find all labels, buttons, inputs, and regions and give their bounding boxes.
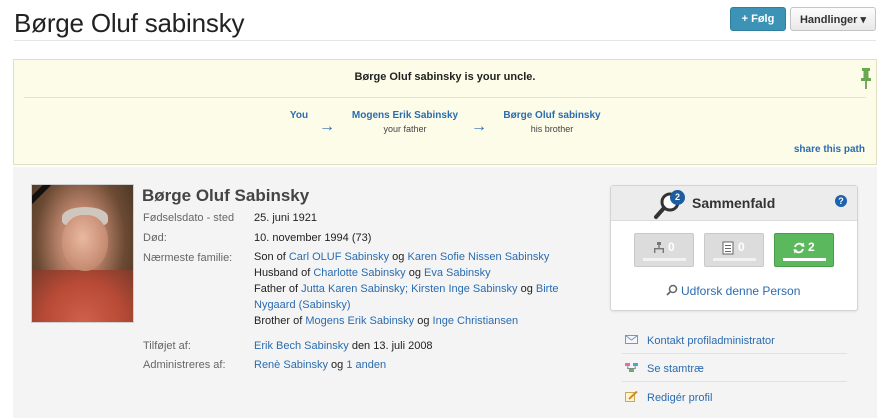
share-path-link[interactable]: share this path (794, 144, 865, 155)
added-by-link[interactable]: Erik Bech Sabinsky (254, 340, 349, 352)
smart-matches-button[interactable]: 2 (774, 233, 834, 267)
view-family-tree-link[interactable]: Se stamtræ (625, 362, 704, 375)
tree-icon (654, 242, 664, 253)
page-title: Børge Oluf sabinsky (14, 8, 245, 38)
death-label: Død: (143, 232, 167, 244)
edit-profile-link[interactable]: Redigér profil (625, 391, 712, 404)
profile-photo[interactable] (31, 184, 134, 323)
edit-icon (625, 391, 638, 402)
contact-manager-link[interactable]: Kontakt profiladministrator (625, 334, 775, 347)
manager-link[interactable]: Renè Sabinsky (254, 359, 328, 371)
sync-icon (793, 242, 805, 254)
record-matches-button[interactable]: 0 (704, 233, 764, 267)
relationship-headline: Børge Oluf sabinsky is your uncle. (354, 71, 536, 83)
child-link-2[interactable]: Kirsten Inge Sabinsky (408, 283, 517, 295)
actions-dropdown-button[interactable]: Handlinger ▾ (790, 7, 876, 31)
search-icon (666, 284, 678, 296)
father-link[interactable]: Carl OLUF Sabinsky (289, 251, 389, 263)
added-by-label: Tilføjet af: (143, 340, 191, 352)
family-line-brother-of: Brother of Mogens Erik Sabinsky og Inge … (254, 315, 519, 327)
tree-matches-button[interactable]: 0 (634, 233, 694, 267)
chain-node-name[interactable]: Børge Oluf sabinsky (498, 110, 606, 121)
chain-node-name[interactable]: Mogens Erik Sabinsky (346, 110, 464, 121)
sibling-link-1[interactable]: Mogens Erik Sabinsky (305, 315, 414, 327)
record-matches-count: 0 (738, 240, 745, 254)
pin-icon[interactable] (860, 67, 872, 89)
mother-link[interactable]: Karen Sofie Nissen Sabinsky (407, 251, 549, 263)
birth-label: Fødselsdato - sted (143, 212, 235, 224)
profile-name: Børge Oluf Sabinsky (142, 186, 310, 205)
chain-arrow-icon: → (319, 118, 335, 135)
explore-person-link[interactable]: Udforsk denne Person (666, 284, 800, 298)
child-link-1[interactable]: Jutta Karen Sabinsky; (301, 283, 408, 295)
relationship-panel: Børge Oluf sabinsky is your uncle. You →… (13, 59, 877, 165)
matches-count-badge: 2 (670, 190, 685, 205)
envelope-icon (625, 335, 638, 344)
wife-link-1[interactable]: Charlotte Sabinsky (313, 267, 405, 279)
chain-node-you[interactable]: You (280, 110, 318, 121)
added-date: den 13. juli 2008 (348, 340, 433, 352)
added-by-value: Erik Bech Sabinsky den 13. juli 2008 (254, 338, 574, 354)
actions-divider (622, 353, 847, 354)
other-managers-link[interactable]: 1 anden (346, 359, 386, 371)
chain-node-uncle[interactable]: Børge Oluf sabinsky his brother (498, 110, 606, 134)
family-line-father-of: Father of Jutta Karen Sabinsky; Kirsten … (254, 283, 559, 311)
help-icon[interactable]: ? (835, 195, 847, 207)
family-list: Son of Carl OLUF Sabinsky og Karen Sofie… (254, 249, 574, 329)
sibling-link-2[interactable]: Inge Christiansen (433, 315, 519, 327)
follow-button[interactable]: + Følg (730, 7, 786, 31)
birth-value: 25. juni 1921 (254, 212, 317, 224)
chain-arrow-icon: → (471, 118, 487, 135)
death-value: 10. november 1994 (73) (254, 232, 372, 244)
matches-header: Sammenfald (611, 186, 857, 221)
chain-node-relation: his brother (530, 124, 574, 134)
family-line-son-of: Son of Carl OLUF Sabinsky og Karen Sofie… (254, 251, 550, 263)
managed-by-value: Renè Sabinsky og 1 anden (254, 359, 387, 371)
chain-node-father[interactable]: Mogens Erik Sabinsky your father (346, 110, 464, 134)
chain-node-name[interactable]: You (280, 110, 318, 121)
mourning-ribbon-icon (32, 185, 55, 211)
family-tree-icon (625, 363, 638, 372)
tree-matches-count: 0 (668, 240, 675, 254)
header-divider (14, 40, 876, 41)
wife-link-2[interactable]: Eva Sabinsky (424, 267, 491, 279)
family-line-husband-of: Husband of Charlotte Sabinsky og Eva Sab… (254, 267, 491, 279)
document-icon (722, 241, 734, 255)
relationship-divider (24, 97, 866, 98)
chain-node-relation: your father (383, 124, 427, 134)
actions-divider (622, 381, 847, 382)
managed-by-label: Administreres af: (143, 359, 226, 371)
matches-title: Sammenfald (692, 195, 776, 211)
smart-matches-count: 2 (808, 240, 815, 254)
family-label: Nærmeste familie: (143, 252, 233, 264)
